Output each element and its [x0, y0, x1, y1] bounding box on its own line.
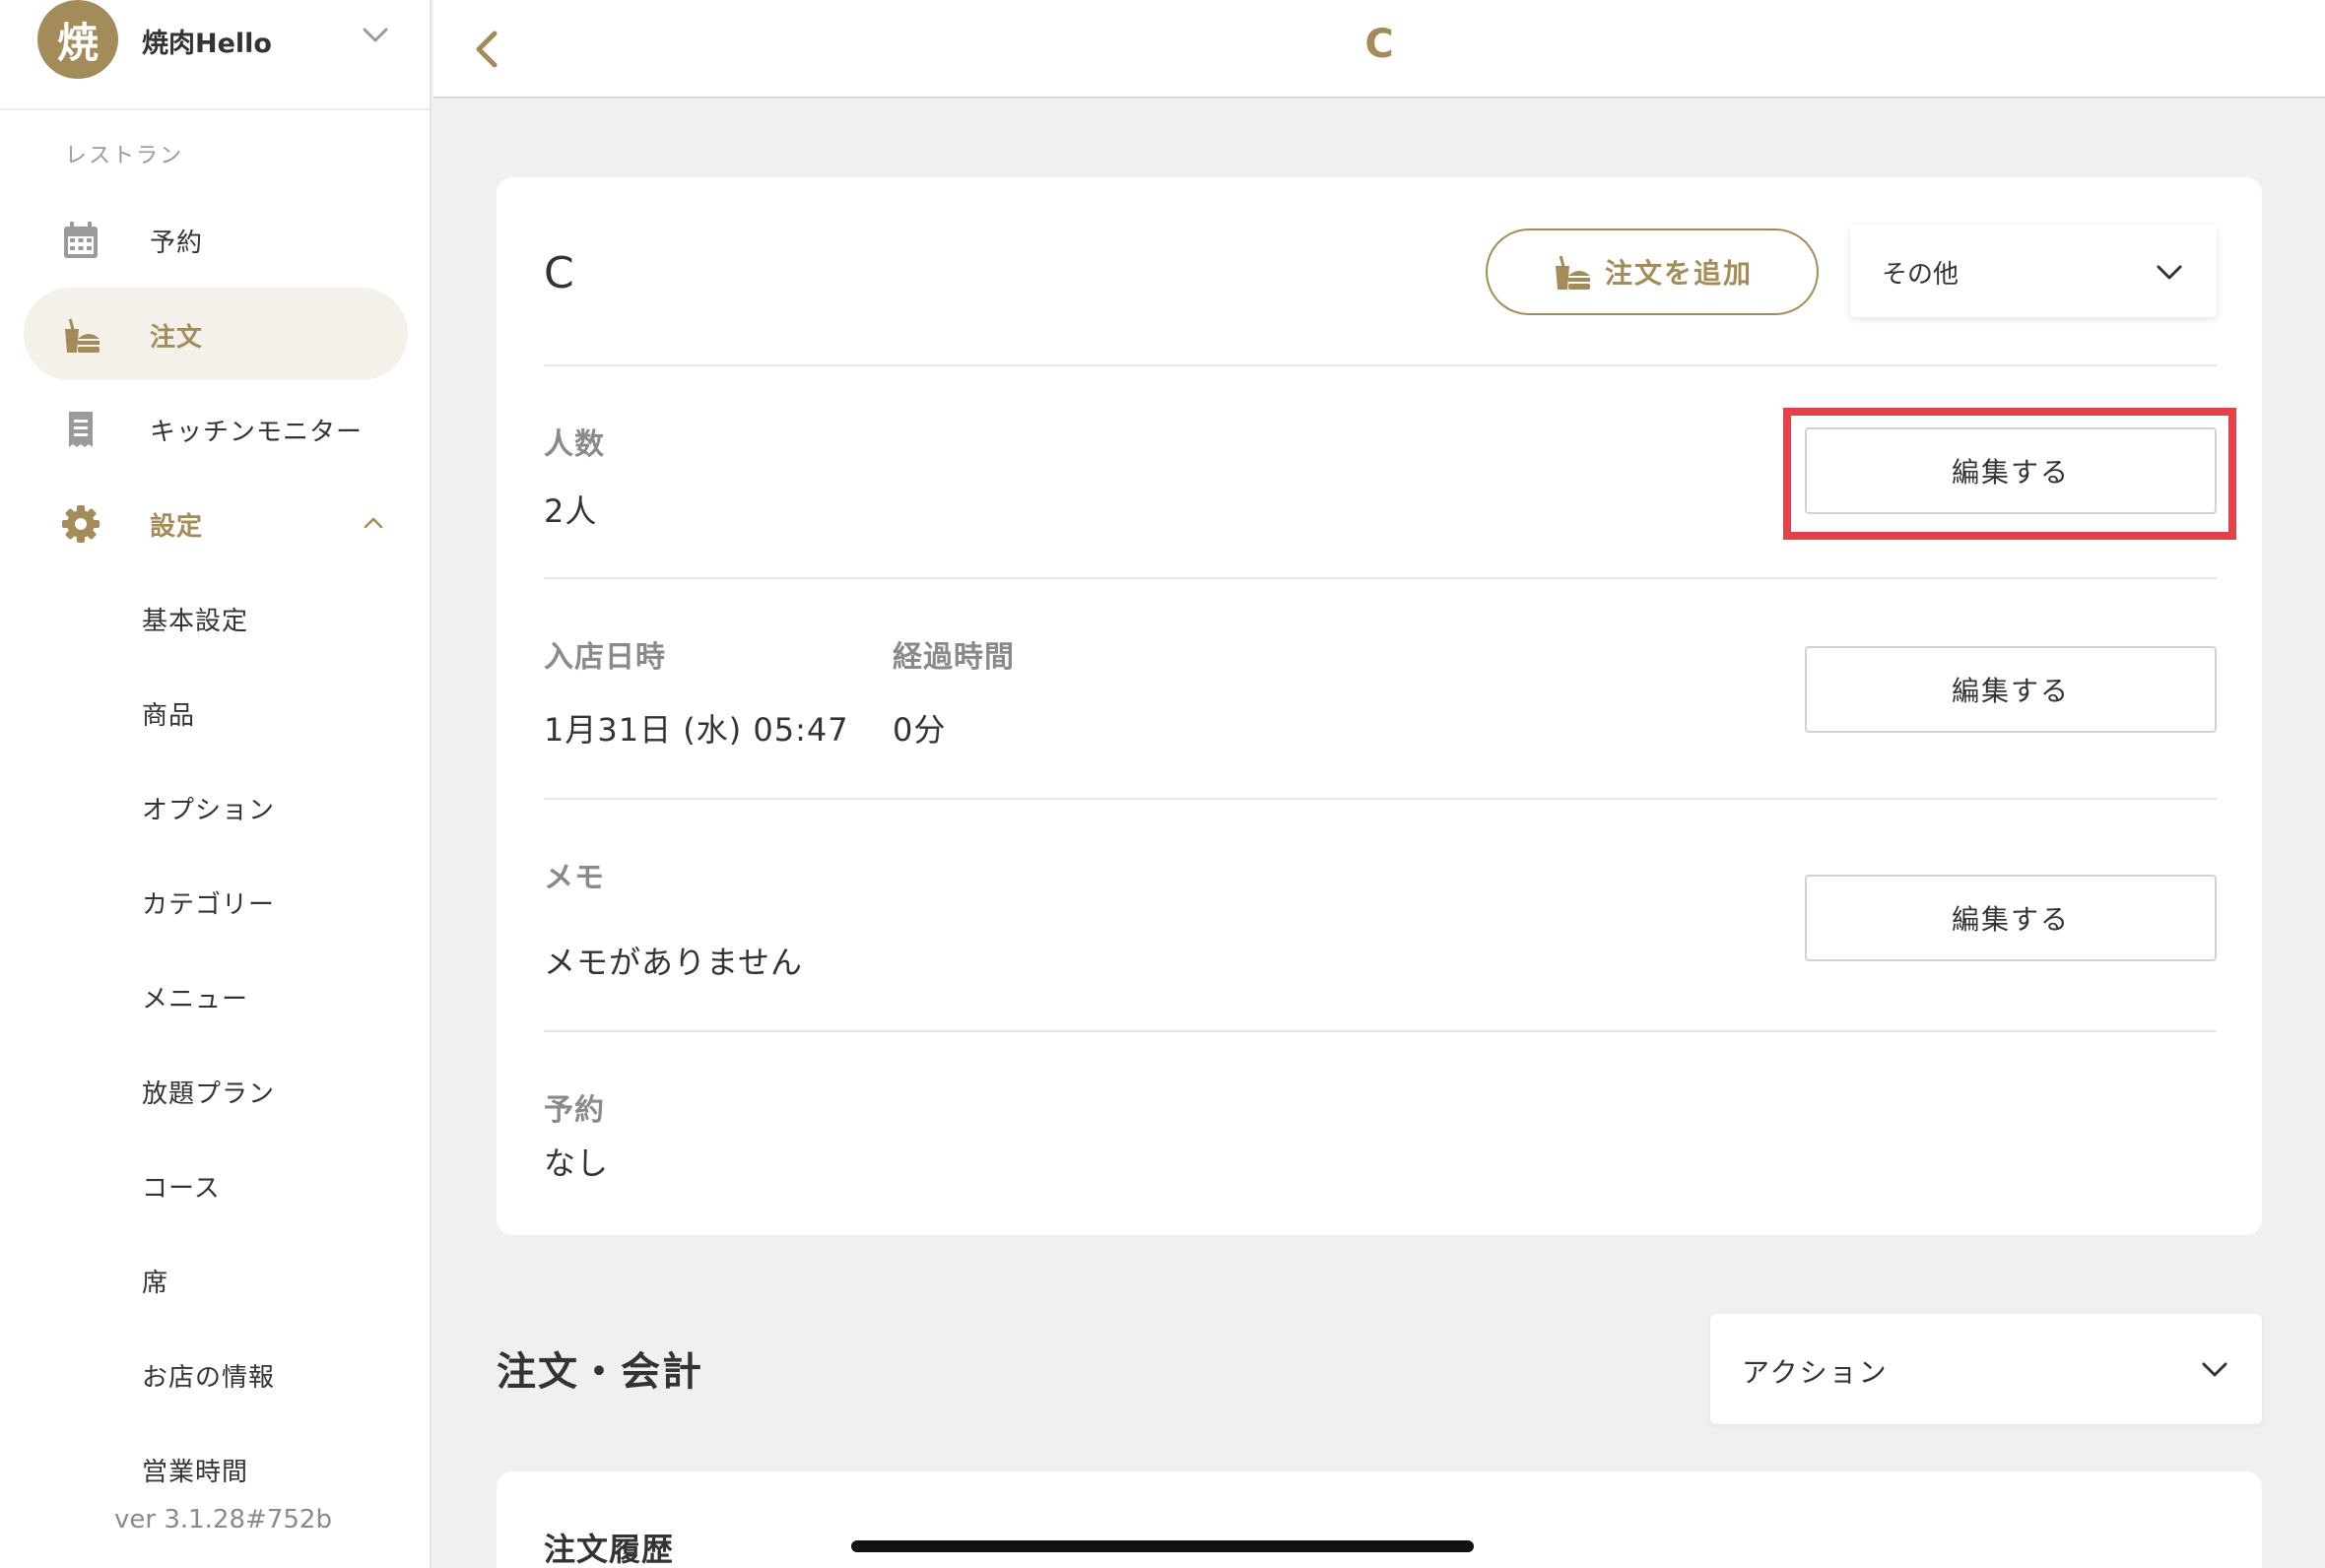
sidebar: 焼 焼肉Hello レストラン 予約 注文 キッチンモニター 設定 基本設定 商…: [0, 0, 432, 1568]
calendar-icon: [64, 222, 98, 258]
sidebar-subitem-courses[interactable]: コース: [142, 1168, 221, 1205]
food-drink-icon: [1555, 255, 1590, 290]
edit-checkin-button[interactable]: 編集する: [1805, 646, 2217, 733]
sidebar-item-label: 設定: [150, 512, 204, 542]
sidebar-subitem-business-hours[interactable]: 営業時間: [142, 1452, 248, 1488]
guests-value: 2人: [544, 492, 598, 530]
top-header: C: [433, 0, 2325, 98]
sidebar-subitem-seats[interactable]: 席: [142, 1263, 168, 1299]
sidebar-subitem-menu[interactable]: メニュー: [142, 979, 248, 1015]
sidebar-subitem-store-info[interactable]: お店の情報: [142, 1357, 275, 1394]
table-name: C: [544, 248, 574, 298]
sidebar-item-settings[interactable]: 設定: [24, 477, 408, 569]
elapsed-label: 経過時間: [893, 640, 1015, 675]
sidebar-subitem-all-you-can-plan[interactable]: 放題プラン: [142, 1074, 275, 1110]
restaurant-name: 焼肉Hello: [142, 29, 272, 59]
sidebar-subitem-options[interactable]: オプション: [142, 790, 275, 826]
sidebar-subitem-basic-settings[interactable]: 基本設定: [142, 601, 248, 637]
other-dropdown-value: その他: [1882, 260, 1960, 290]
home-indicator: [851, 1540, 1474, 1552]
divider: [544, 798, 2217, 800]
sidebar-subitem-products[interactable]: 商品: [142, 695, 195, 732]
sidebar-subitem-categories[interactable]: カテゴリー: [142, 884, 275, 921]
highlight-box: [1783, 408, 2236, 540]
page-title: C: [1364, 22, 1394, 67]
chevron-down-icon[interactable]: [361, 24, 390, 47]
divider: [544, 577, 2217, 579]
sidebar-item-order[interactable]: 注文: [24, 288, 408, 380]
add-order-label: 注文を追加: [1604, 257, 1753, 290]
other-dropdown[interactable]: その他: [1850, 225, 2217, 317]
chevron-down-icon: [2202, 1362, 2227, 1377]
sidebar-item-label: 予約: [150, 229, 204, 258]
divider: [544, 1030, 2217, 1032]
orders-section-title: 注文・会計: [497, 1349, 703, 1395]
sidebar-item-kitchen-monitor[interactable]: キッチンモニター: [24, 382, 408, 475]
reservation-value: なし: [544, 1144, 610, 1182]
reservation-label: 予約: [544, 1093, 605, 1128]
guests-label: 人数: [544, 427, 605, 462]
sidebar-item-reservation[interactable]: 予約: [24, 193, 408, 286]
order-history-card: 注文履歴: [497, 1471, 2262, 1568]
memo-value: メモがありません: [544, 944, 804, 981]
divider: [544, 364, 2217, 366]
elapsed-value: 0分: [893, 711, 947, 749]
table-detail-card: C 注文を追加 その他 人数 2人 編集する 入店日時 1月31日 (水) 05…: [497, 177, 2262, 1235]
checkin-value: 1月31日 (水) 05:47: [544, 711, 849, 749]
action-dropdown-value: アクション: [1742, 1356, 1889, 1389]
add-order-button[interactable]: 注文を追加: [1486, 229, 1819, 315]
chevron-up-icon: [364, 517, 383, 529]
gear-icon: [62, 505, 100, 543]
restaurant-switcher[interactable]: 焼 焼肉Hello: [0, 0, 430, 110]
receipt-icon: [69, 412, 93, 447]
restaurant-avatar: 焼: [37, 0, 118, 79]
order-history-title: 注文履歴: [544, 1531, 675, 1568]
sidebar-item-label: 注文: [150, 323, 204, 353]
food-drink-icon: [65, 318, 100, 353]
version-label: ver 3.1.28#752b: [114, 1505, 332, 1535]
section-label: レストラン: [65, 144, 184, 168]
memo-label: メモ: [544, 861, 605, 895]
sidebar-item-label: キッチンモニター: [150, 418, 364, 447]
chevron-down-icon: [2157, 265, 2182, 280]
edit-memo-button[interactable]: 編集する: [1805, 875, 2217, 961]
action-dropdown[interactable]: アクション: [1710, 1314, 2262, 1424]
checkin-label: 入店日時: [544, 640, 666, 675]
